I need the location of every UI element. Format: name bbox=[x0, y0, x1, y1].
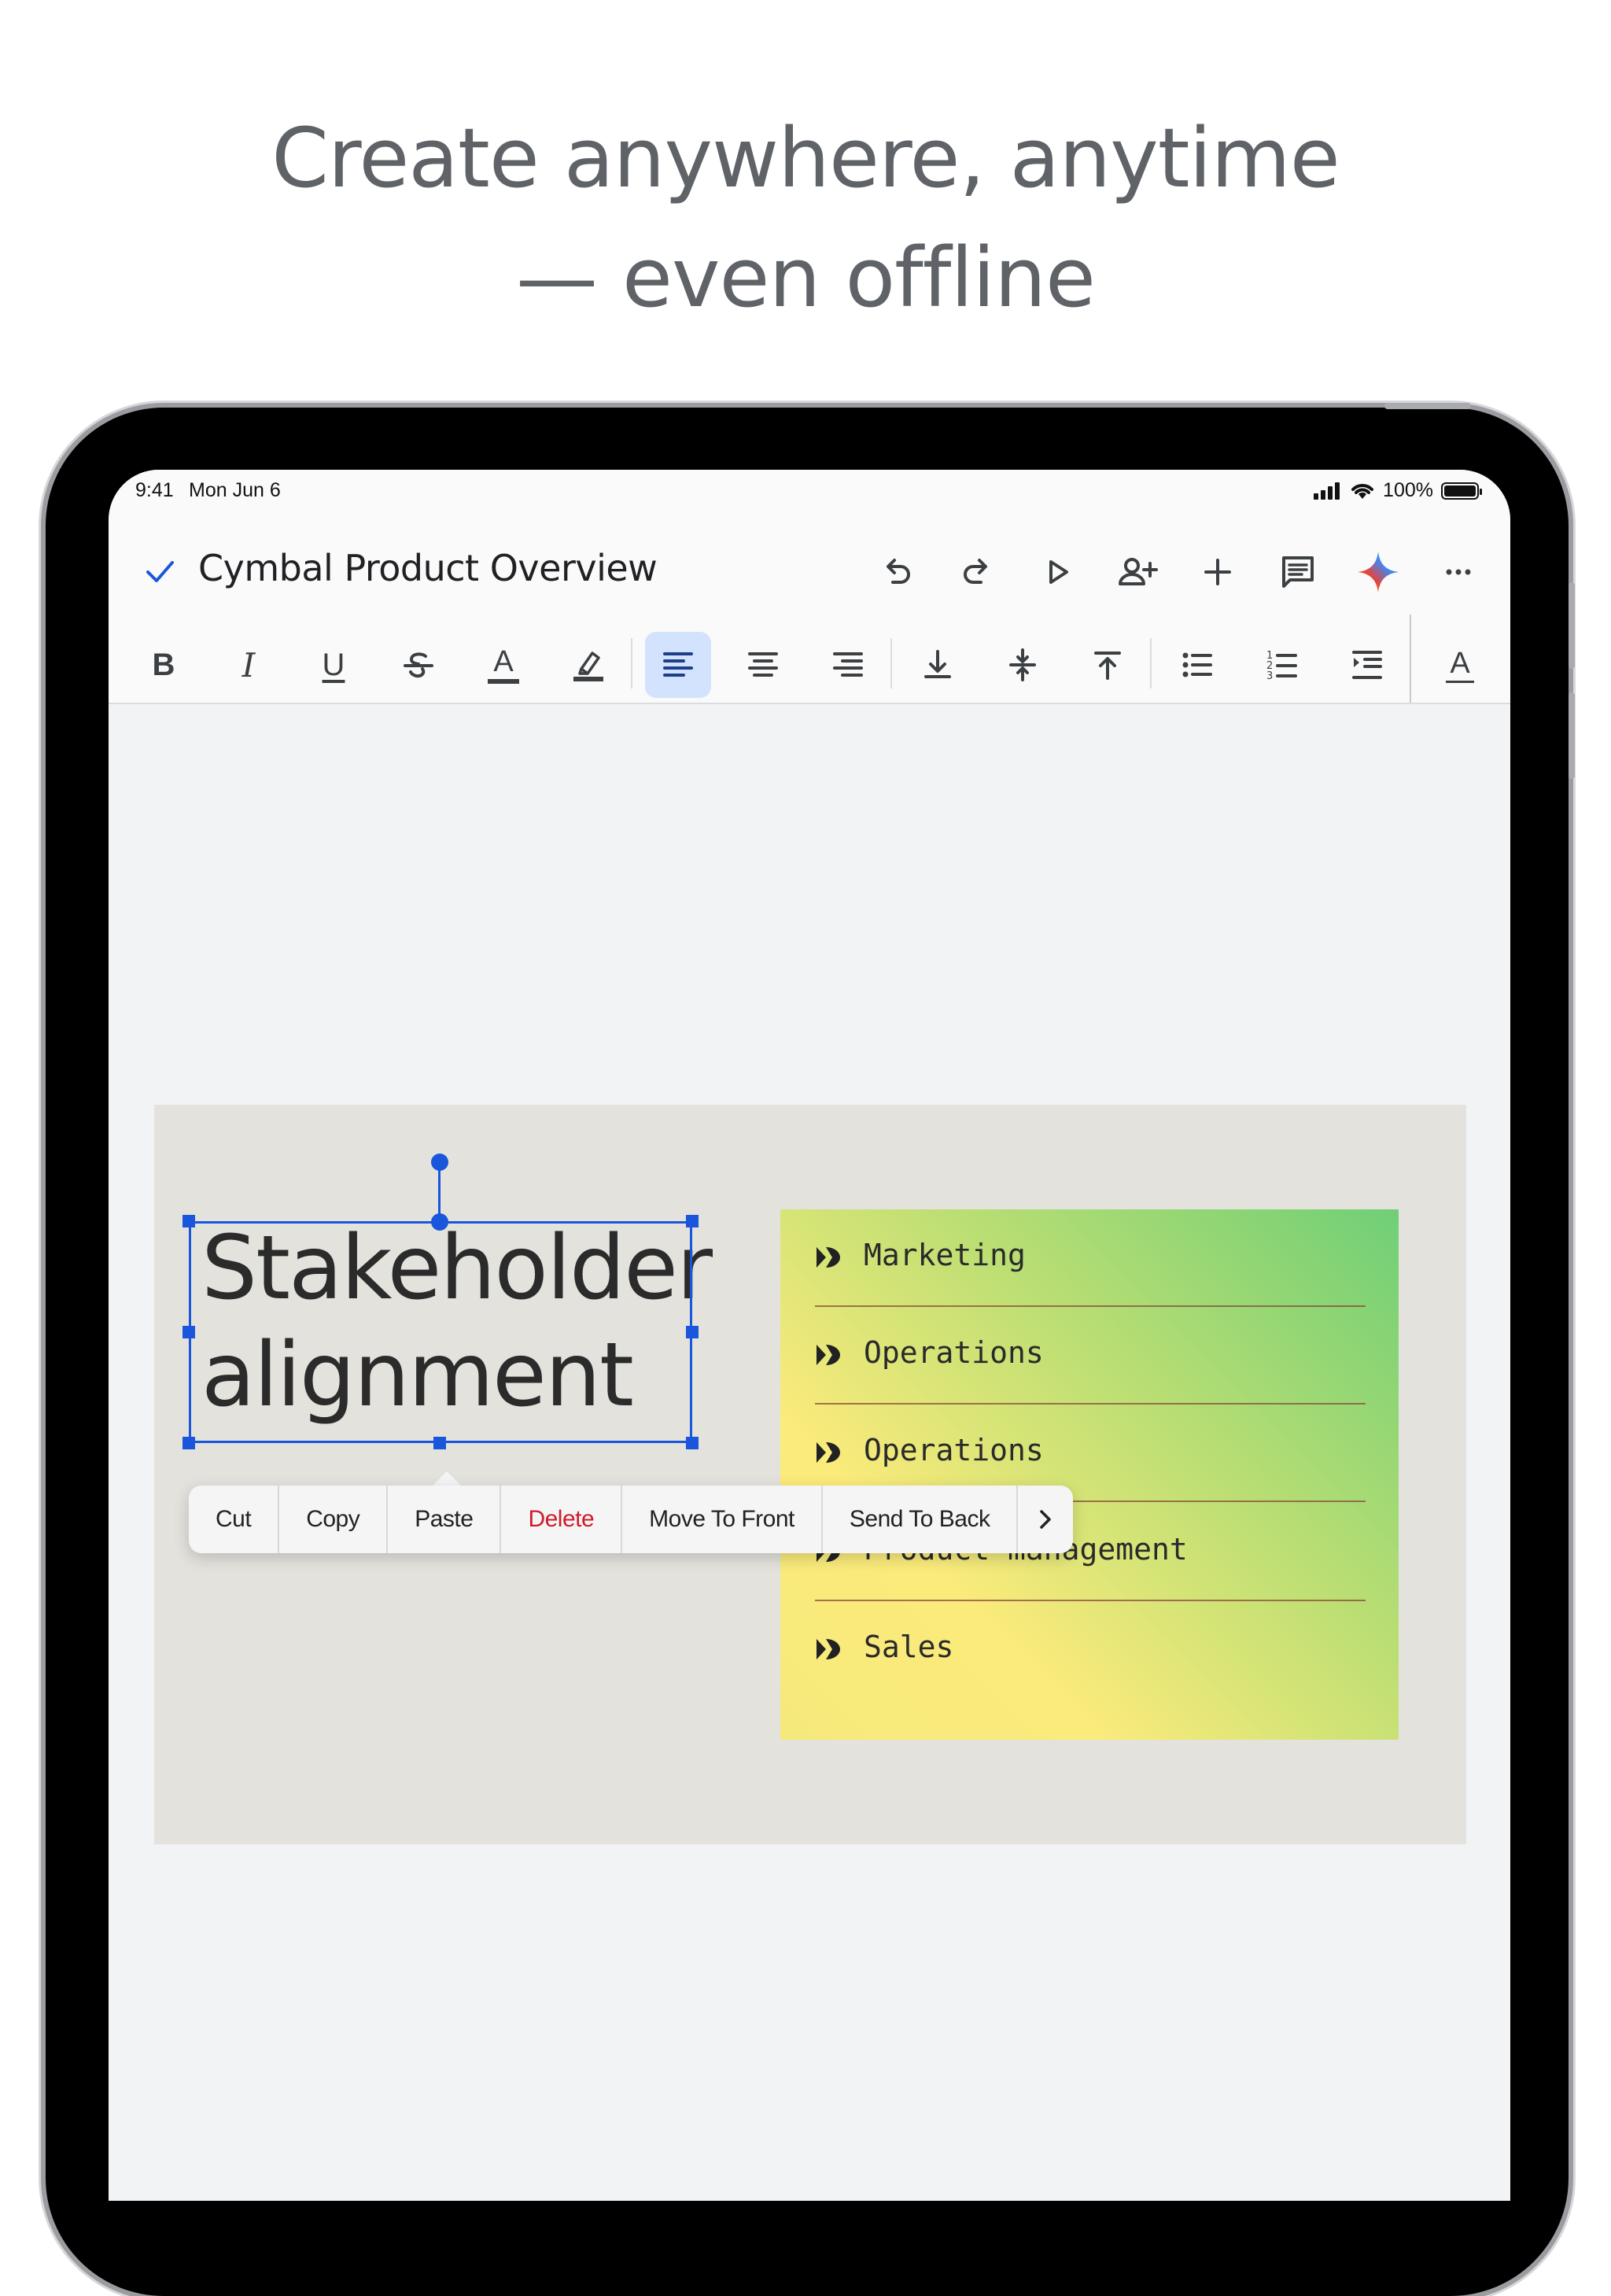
list-item-text: Operations bbox=[864, 1335, 1044, 1370]
menu-item-cut[interactable]: Cut bbox=[189, 1486, 280, 1553]
document-titlebar: Cymbal Product Overview bbox=[109, 530, 1510, 615]
headline-line-2: — even offline bbox=[515, 230, 1096, 326]
top-button bbox=[1384, 403, 1471, 409]
side-button-bottom bbox=[1569, 692, 1575, 779]
toolbar-divider bbox=[890, 638, 892, 688]
battery-icon bbox=[1441, 482, 1482, 500]
status-indicators: 100% bbox=[1314, 479, 1482, 502]
list-item-text: Sales bbox=[864, 1630, 954, 1664]
more-horizontal-icon[interactable] bbox=[1436, 550, 1480, 594]
svg-text:3: 3 bbox=[1266, 670, 1273, 682]
text-color-label: A bbox=[493, 645, 514, 678]
toolbar-divider bbox=[1410, 615, 1411, 703]
resize-handle-top[interactable] bbox=[431, 1213, 448, 1231]
numbered-list-icon[interactable]: 123 bbox=[1249, 632, 1315, 698]
status-time: 9:41 bbox=[135, 479, 174, 501]
bold-icon[interactable]: B bbox=[131, 632, 197, 698]
selection-box[interactable] bbox=[189, 1221, 692, 1443]
document-title[interactable]: Cymbal Product Overview bbox=[198, 547, 658, 589]
align-left-icon[interactable] bbox=[645, 632, 711, 698]
align-right-icon[interactable] bbox=[815, 632, 881, 698]
menu-item-delete[interactable]: Delete bbox=[501, 1486, 623, 1553]
rotate-handle[interactable] bbox=[431, 1154, 448, 1171]
vertical-align-middle-icon[interactable] bbox=[990, 632, 1056, 698]
wifi-icon bbox=[1351, 483, 1374, 499]
insert-plus-icon[interactable] bbox=[1196, 550, 1240, 594]
context-menu-pointer bbox=[431, 1471, 463, 1487]
menu-item-send-to-back[interactable]: Send To Back bbox=[823, 1486, 1019, 1553]
resize-handle-left[interactable] bbox=[182, 1326, 195, 1338]
highlight-icon[interactable] bbox=[555, 632, 621, 698]
chevron-right-icon[interactable] bbox=[1018, 1486, 1073, 1553]
italic-label: I bbox=[241, 645, 256, 685]
headline-line-1: Create anywhere, anytime bbox=[271, 110, 1340, 206]
vertical-align-bottom-icon[interactable] bbox=[905, 632, 971, 698]
toolbar-divider bbox=[1150, 638, 1152, 688]
gradient-list-card[interactable]: Marketing Operations Operations Product … bbox=[780, 1209, 1399, 1740]
resize-handle-top-left[interactable] bbox=[182, 1215, 195, 1227]
check-icon[interactable] bbox=[140, 552, 179, 591]
text-format-label: A bbox=[1450, 646, 1470, 680]
double-chevron-bullet-icon bbox=[817, 1345, 840, 1365]
side-button-top bbox=[1569, 582, 1575, 669]
present-play-icon[interactable] bbox=[1035, 550, 1079, 594]
slide-canvas[interactable]: Stakeholder alignment Marketing Operatio… bbox=[154, 1105, 1466, 1844]
format-toolbar: B I U A 1 2 3 A bbox=[109, 615, 1510, 704]
double-chevron-bullet-icon bbox=[817, 1247, 840, 1268]
resize-handle-right[interactable] bbox=[686, 1326, 699, 1338]
redo-icon[interactable] bbox=[955, 550, 999, 594]
text-format-icon[interactable]: A bbox=[1427, 632, 1493, 698]
double-chevron-bullet-icon bbox=[817, 1639, 840, 1659]
list-item[interactable]: Sales bbox=[815, 1601, 1366, 1699]
vertical-align-top-icon[interactable] bbox=[1075, 632, 1141, 698]
menu-item-move-to-front[interactable]: Move To Front bbox=[622, 1486, 823, 1553]
list-item[interactable]: Marketing bbox=[815, 1209, 1366, 1307]
resize-handle-top-right[interactable] bbox=[686, 1215, 699, 1227]
status-date: Mon Jun 6 bbox=[189, 479, 281, 501]
resize-handle-bottom[interactable] bbox=[433, 1437, 446, 1449]
list-item-text: Operations bbox=[864, 1433, 1044, 1467]
menu-item-paste[interactable]: Paste bbox=[388, 1486, 502, 1553]
gemini-sparkle-icon[interactable] bbox=[1356, 550, 1400, 594]
cellular-signal-icon bbox=[1314, 482, 1340, 500]
comments-icon[interactable] bbox=[1276, 550, 1320, 594]
text-color-icon[interactable]: A bbox=[470, 632, 536, 698]
context-menu: Cut Copy Paste Delete Move To Front Send… bbox=[189, 1486, 1074, 1553]
indent-icon[interactable] bbox=[1334, 632, 1400, 698]
battery-percent: 100% bbox=[1383, 479, 1433, 501]
toolbar-divider bbox=[631, 638, 632, 688]
headline: Create anywhere, anytime — even offline bbox=[0, 98, 1611, 338]
double-chevron-bullet-icon bbox=[817, 1442, 840, 1463]
undo-icon[interactable] bbox=[875, 550, 919, 594]
menu-item-copy[interactable]: Copy bbox=[279, 1486, 389, 1553]
strikethrough-icon[interactable] bbox=[385, 632, 452, 698]
italic-icon[interactable]: I bbox=[216, 632, 282, 698]
status-bar: 9:41 Mon Jun 6 100% bbox=[109, 470, 1510, 530]
app-screen: 9:41 Mon Jun 6 100% Cymbal Product Overv… bbox=[109, 470, 1510, 2201]
underline-label: U bbox=[322, 647, 345, 682]
align-center-icon[interactable] bbox=[730, 632, 796, 698]
resize-handle-bottom-right[interactable] bbox=[686, 1437, 699, 1449]
bold-label: B bbox=[152, 647, 175, 682]
add-person-icon[interactable] bbox=[1115, 550, 1159, 594]
list-item[interactable]: Operations bbox=[815, 1307, 1366, 1405]
bulleted-list-icon[interactable] bbox=[1164, 632, 1230, 698]
resize-handle-bottom-left[interactable] bbox=[182, 1437, 195, 1449]
list-item-text: Marketing bbox=[864, 1238, 1026, 1272]
underline-icon[interactable]: U bbox=[300, 632, 367, 698]
